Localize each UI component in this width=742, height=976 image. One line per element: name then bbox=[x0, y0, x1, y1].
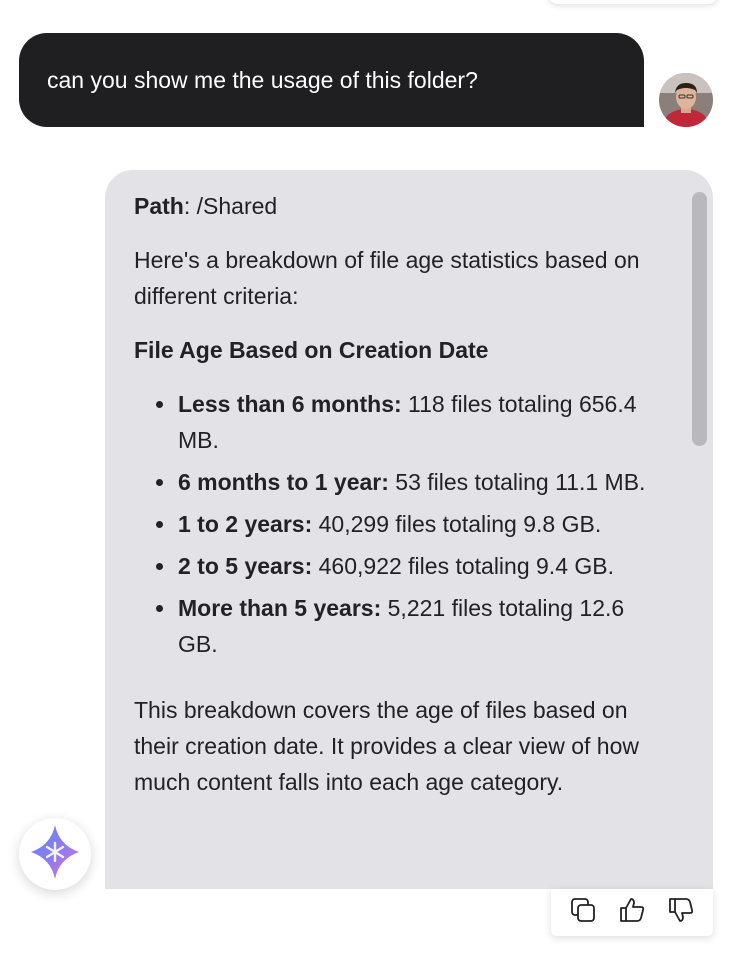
list-item-label: 1 to 2 years: bbox=[178, 511, 313, 537]
sparkle-star-icon bbox=[29, 823, 81, 886]
intro-text: Here's a breakdown of file age statistic… bbox=[134, 247, 640, 309]
list-item-label: 2 to 5 years: bbox=[178, 553, 313, 579]
list-item: More than 5 years: 5,221 files totaling … bbox=[156, 590, 664, 662]
list-item-label: 6 months to 1 year: bbox=[178, 469, 389, 495]
list-item-detail: 460,922 files totaling 9.4 GB. bbox=[312, 553, 615, 579]
list-item-detail: 40,299 files totaling 9.8 GB. bbox=[312, 511, 602, 537]
path-value: : /Shared bbox=[183, 193, 278, 219]
assistant-logo[interactable] bbox=[19, 818, 91, 890]
copy-icon bbox=[569, 896, 597, 929]
scrollbar-thumb[interactable] bbox=[692, 192, 707, 446]
thumbs-up-icon bbox=[618, 896, 646, 929]
list-item-label: More than 5 years: bbox=[178, 595, 382, 621]
copy-button[interactable] bbox=[567, 897, 599, 929]
message-scrollbar[interactable] bbox=[692, 192, 707, 888]
thumbs-down-icon bbox=[667, 896, 695, 929]
previous-toolbar-fragment bbox=[548, 0, 718, 4]
thumbs-down-button[interactable] bbox=[665, 897, 697, 929]
list-item-label: Less than 6 months: bbox=[178, 391, 402, 417]
message-actions bbox=[551, 889, 713, 936]
list-item: 6 months to 1 year: 53 files totaling 11… bbox=[156, 464, 664, 500]
path-label: Path bbox=[134, 193, 184, 219]
user-message-text: can you show me the usage of this folder… bbox=[47, 66, 478, 93]
assistant-message-content: Path: /Shared Here's a breakdown of file… bbox=[134, 188, 664, 800]
list-item: Less than 6 months: 118 files totaling 6… bbox=[156, 386, 664, 458]
user-avatar bbox=[659, 73, 713, 127]
thumbs-up-button[interactable] bbox=[616, 897, 648, 929]
list-item-detail: 53 files totaling 11.1 MB. bbox=[388, 469, 646, 495]
list-item: 2 to 5 years: 460,922 files totaling 9.4… bbox=[156, 548, 664, 584]
section-heading: File Age Based on Creation Date bbox=[134, 337, 489, 363]
list-item: 1 to 2 years: 40,299 files totaling 9.8 … bbox=[156, 506, 664, 542]
user-message-bubble: can you show me the usage of this folder… bbox=[19, 33, 644, 127]
assistant-message-bubble: Path: /Shared Here's a breakdown of file… bbox=[105, 170, 713, 889]
summary-text: This breakdown covers the age of files b… bbox=[134, 697, 639, 795]
file-age-list: Less than 6 months: 118 files totaling 6… bbox=[134, 386, 664, 662]
folder-path: Path: /Shared bbox=[134, 188, 664, 224]
